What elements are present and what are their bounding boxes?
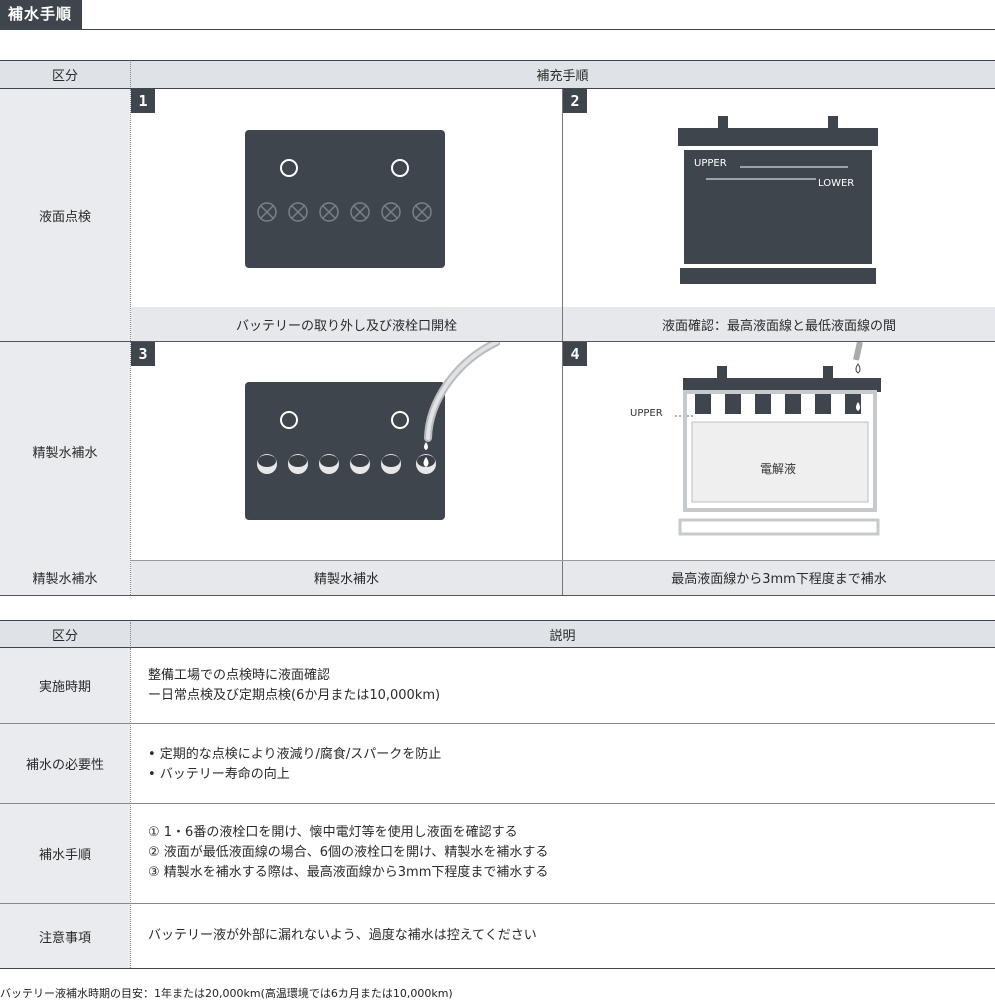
desc-side-divider — [130, 648, 131, 968]
header-divider — [130, 62, 131, 87]
description-header-category: 区分 — [51, 628, 78, 644]
row-label-timing: 実施時期 — [0, 648, 130, 723]
upper-level-label: UPPER — [630, 408, 663, 419]
electrolyte-label: 電解液 — [760, 462, 797, 476]
procedure-header-steps: 補充手順 — [536, 69, 589, 84]
description-header-explanation: 説明 — [549, 628, 576, 644]
upper-line-label: UPPER — [694, 158, 727, 169]
caution-description: バッテリー液が外部に漏れないよう、過度な補水は控えてください — [148, 926, 537, 946]
step1-caption: バッテリーの取り外し及び液栓口開栓 — [131, 307, 562, 341]
desc-row-sep-2 — [0, 803, 995, 804]
necessity-line-2: • バッテリー寿命の向上 — [148, 767, 290, 782]
step4-caption: 最高液面線から3mm下程度まで補水 — [563, 560, 995, 595]
step4-badge: 4 — [563, 342, 587, 366]
row-label-procedure: 補水手順 — [0, 804, 130, 903]
timing-description: 整備工場での点検時に液面確認 ー日常点検及び定期点検(6か月または10,000k… — [148, 666, 440, 706]
caution-line-1: バッテリー液が外部に漏れないよう、過度な補水は控えてください — [148, 928, 537, 943]
procedure-line-2: ② 液面が最低液面線の場合、6個の液栓口を開け、精製水を補水する — [148, 845, 549, 860]
step2-badge: 2 — [563, 89, 587, 113]
row-label-caution: 注意事項 — [0, 904, 130, 968]
procedure-line-1: ① 1・6番の液栓口を開け、懐中電灯等を使用し液面を確認する — [148, 825, 518, 840]
necessity-line-1: • 定期的な点検により液減り/腐食/スパークを防止 — [148, 747, 442, 762]
row-label-level-check: 液面点検 — [0, 89, 130, 341]
desc-row-sep-3 — [0, 903, 995, 904]
necessity-description: • 定期的な点検により液減り/腐食/スパークを防止 • バッテリー寿命の向上 — [148, 745, 441, 785]
desc-header-divider — [130, 622, 131, 646]
timing-line-2: ー日常点検及び定期点検(6か月または10,000km) — [148, 688, 441, 703]
battery-cross-section-illustration — [675, 342, 881, 536]
battery-top-illustration — [245, 130, 445, 268]
step1-badge: 1 — [131, 89, 155, 113]
procedure-header-category: 区分 — [51, 69, 78, 84]
procedure-table-bottom — [0, 595, 995, 596]
step3-caption: 精製水補水 — [131, 560, 562, 595]
procedure-line-3: ③ 精製水を補水する際は、最高液面線から3mm下程度まで補水する — [148, 865, 549, 880]
row-label-refill-caption: 精製水補水 — [0, 560, 130, 595]
step2-caption: 液面確認：最高液面線と最低液面線の間 — [563, 307, 995, 341]
footnote: バッテリー液補水時期の目安：1年または20,000km(高温環境では6カ月または… — [0, 987, 453, 1000]
caption-row-top-line — [130, 560, 995, 561]
desc-row-sep-1 — [0, 723, 995, 724]
battery-side-illustration — [678, 116, 878, 284]
row-label-refill: 精製水補水 — [0, 342, 130, 560]
row-label-necessity: 補水の必要性 — [0, 724, 130, 803]
timing-line-1: 整備工場での点検時に液面確認 — [148, 668, 331, 683]
step3-badge: 3 — [131, 342, 155, 366]
procedure-description: ① 1・6番の液栓口を開け、懐中電灯等を使用し液面を確認する ② 液面が最低液面… — [148, 823, 548, 883]
description-table-bottom — [0, 968, 995, 969]
section-title: 補水手順 — [0, 0, 83, 29]
battery-refill-illustration — [245, 342, 500, 520]
section-title-underline — [0, 29, 995, 30]
lower-line-label: LOWER — [818, 178, 855, 189]
